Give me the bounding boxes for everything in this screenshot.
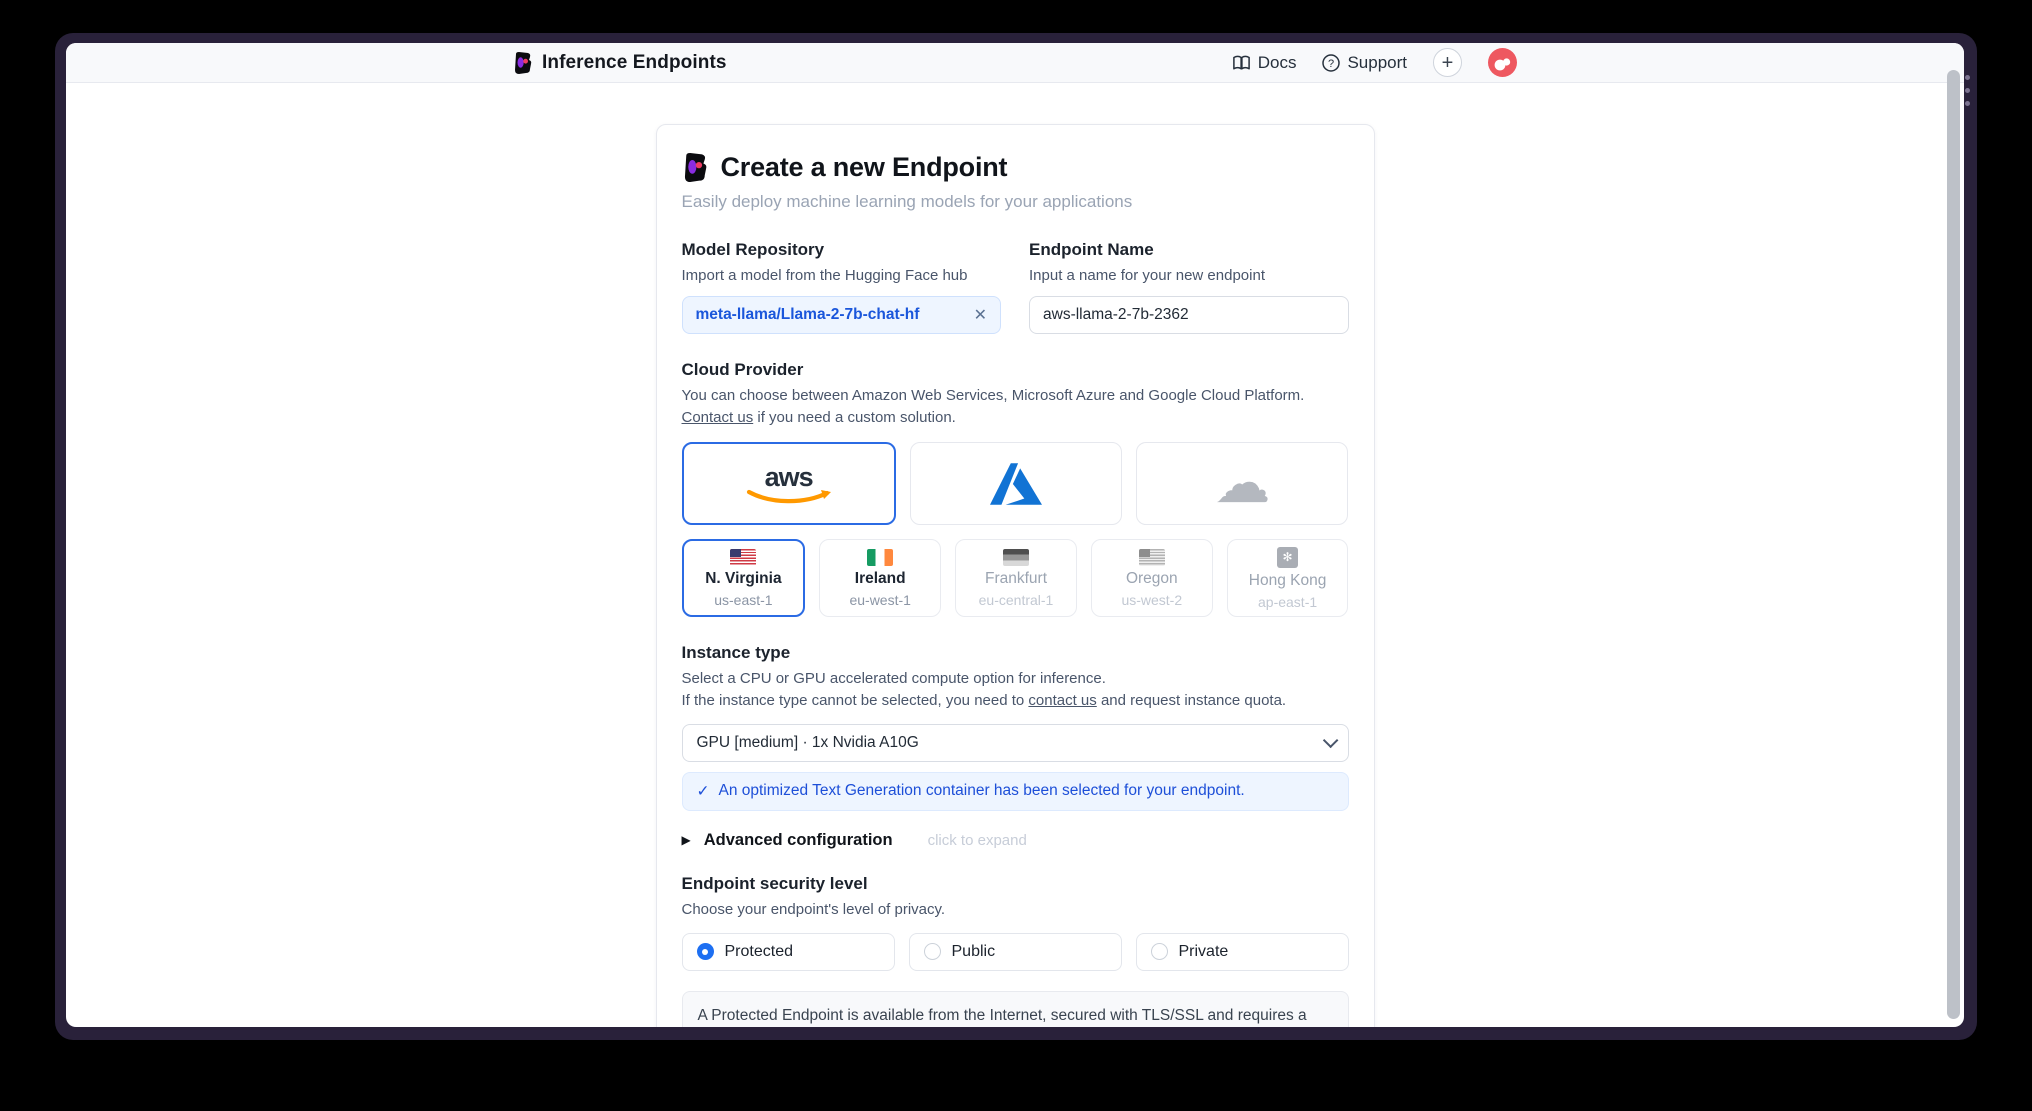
- model-repository-description: Import a model from the Hugging Face hub: [681, 267, 968, 284]
- region-name: Ireland: [854, 569, 906, 587]
- create-endpoint-card: Create a new Endpoint Easily deploy mach…: [655, 124, 1375, 1027]
- provider-card-aws[interactable]: aws: [681, 442, 896, 526]
- region-code: us-west-2: [1121, 591, 1183, 608]
- book-icon: [1232, 55, 1250, 69]
- main-content: Create a new Endpoint Easily deploy mach…: [66, 83, 1964, 1027]
- click-to-expand-hint: click to expand: [927, 831, 1027, 849]
- security-level-description: Choose your endpoint's level of privacy.: [681, 900, 946, 918]
- region-code: us-east-1: [714, 591, 773, 608]
- region-card-hong-kong: ✻ Hong Kong ap-east-1: [1226, 539, 1349, 618]
- radio-label: Public: [951, 942, 996, 960]
- app-brand[interactable]: Inference Endpoints: [513, 51, 727, 74]
- clear-model-icon[interactable]: ✕: [974, 305, 987, 325]
- region-code: eu-central-1: [978, 591, 1054, 608]
- radio-unselected-icon[interactable]: [923, 943, 941, 960]
- instance-type-label: Instance type: [681, 643, 791, 663]
- frame-handle-dot: [1965, 75, 1970, 80]
- region-code: ap-east-1: [1258, 593, 1318, 610]
- radio-label: Private: [1178, 942, 1229, 960]
- protected-endpoint-notice: A Protected Endpoint is available from t…: [681, 990, 1349, 1027]
- provider-card-gcp[interactable]: ☁: [1136, 442, 1349, 526]
- cloud-provider-description-line1: You can choose between Amazon Web Servic…: [681, 386, 1305, 404]
- page-subtitle: Easily deploy machine learning models fo…: [681, 192, 1133, 211]
- ireland-flag-icon: [867, 548, 894, 566]
- question-circle-icon: ?: [1322, 53, 1341, 72]
- frame-handle-dot: [1965, 101, 1970, 106]
- optimized-container-banner: ✓ An optimized Text Generation container…: [681, 771, 1349, 811]
- provider-card-azure[interactable]: [909, 442, 1123, 526]
- check-icon: ✓: [696, 782, 710, 800]
- region-name: Frankfurt: [984, 569, 1047, 587]
- security-level-label: Endpoint security level: [681, 873, 868, 893]
- contact-us-link[interactable]: Contact us: [682, 409, 754, 426]
- us-flag-gray-icon: [1138, 548, 1165, 566]
- endpoints-logo-icon: [684, 153, 706, 182]
- us-flag-icon: [730, 548, 757, 566]
- gcp-cloud-icon: ☁: [1214, 450, 1271, 516]
- support-link[interactable]: ? Support: [1322, 53, 1407, 73]
- endpoint-name-input[interactable]: [1029, 295, 1349, 334]
- inference-endpoints-logo-icon: [515, 51, 532, 74]
- new-endpoint-plus-button[interactable]: +: [1433, 48, 1462, 77]
- aws-logo-icon: aws: [743, 461, 835, 505]
- avatar-glyph-icon: [1494, 57, 1510, 70]
- security-option-public[interactable]: Public: [908, 932, 1122, 971]
- radio-unselected-icon[interactable]: [1150, 943, 1168, 960]
- region-card-ireland[interactable]: Ireland eu-west-1: [819, 539, 942, 618]
- endpoint-name-description: Input a name for your new endpoint: [1029, 267, 1265, 284]
- docs-label: Docs: [1257, 52, 1297, 72]
- support-label: Support: [1347, 52, 1407, 72]
- instance-type-select[interactable]: GPU [medium] · 1x Nvidia A10G: [681, 723, 1349, 762]
- svg-text:?: ?: [1328, 58, 1334, 70]
- user-avatar[interactable]: [1488, 48, 1517, 77]
- region-name: N. Virginia: [705, 569, 782, 587]
- app-title: Inference Endpoints: [542, 51, 727, 73]
- model-repository-field[interactable]: meta-llama/Llama-2-7b-chat-hf ✕: [681, 295, 1001, 334]
- germany-flag-gray-icon: [1002, 548, 1029, 566]
- radio-label: Protected: [724, 942, 793, 960]
- docs-link[interactable]: Docs: [1232, 52, 1297, 73]
- security-option-protected[interactable]: Protected: [681, 932, 895, 971]
- instance-type-description-line2-rest: and request instance quota.: [1096, 692, 1287, 709]
- model-repository-label: Model Repository: [681, 240, 825, 259]
- region-name: Oregon: [1125, 569, 1178, 587]
- notice-text: A Protected Endpoint is available from t…: [697, 1006, 1307, 1024]
- region-code: eu-west-1: [849, 591, 911, 608]
- radio-selected-icon[interactable]: [696, 943, 714, 960]
- endpoint-name-label: Endpoint Name: [1029, 240, 1154, 259]
- aws-logo-text: aws: [764, 461, 814, 492]
- region-card-oregon: Oregon us-west-2: [1090, 539, 1213, 618]
- frame-handle-dot: [1965, 88, 1970, 93]
- instance-type-selected-value: GPU [medium] · 1x Nvidia A10G: [696, 733, 919, 751]
- advanced-configuration-label: Advanced configuration: [703, 830, 893, 849]
- hong-kong-flag-gray-icon: ✻: [1277, 546, 1299, 568]
- chevron-down-icon: [1322, 732, 1338, 749]
- cloud-provider-description: You can choose between Amazon Web Servic…: [682, 385, 1349, 429]
- advanced-configuration-toggle[interactable]: ▶ Advanced configuration click to expand: [682, 831, 1349, 850]
- azure-logo-icon: [989, 462, 1042, 505]
- desktop-background: Inference Endpoints Docs ? Support + Cre…: [0, 0, 2032, 1111]
- cloud-provider-label: Cloud Provider: [681, 359, 804, 379]
- page: Inference Endpoints Docs ? Support + Cre…: [66, 43, 1964, 1027]
- scrollbar-thumb[interactable]: [1947, 70, 1960, 1019]
- instance-type-description-line2: If the instance type cannot be selected,…: [681, 692, 1029, 709]
- page-title: Create a new Endpoint: [720, 152, 1008, 182]
- region-card-n-virginia[interactable]: N. Virginia us-east-1: [681, 539, 806, 618]
- triangle-right-icon: ▶: [681, 833, 691, 848]
- top-navigation-bar: Inference Endpoints Docs ? Support +: [66, 43, 1964, 83]
- scrollbar-track[interactable]: [1944, 43, 1964, 1027]
- region-name: Hong Kong: [1248, 571, 1327, 589]
- browser-window: Inference Endpoints Docs ? Support + Cre…: [55, 33, 1977, 1040]
- model-repository-value: meta-llama/Llama-2-7b-chat-hf: [695, 305, 920, 323]
- instance-type-description: Select a CPU or GPU accelerated compute …: [682, 668, 1349, 712]
- instance-type-description-line1: Select a CPU or GPU accelerated compute …: [681, 670, 1106, 688]
- region-card-frankfurt: Frankfurt eu-central-1: [955, 539, 1077, 618]
- security-option-private[interactable]: Private: [1135, 932, 1349, 971]
- contact-us-quota-link[interactable]: contact us: [1028, 692, 1096, 709]
- cloud-provider-description-line2: if you need a custom solution.: [753, 408, 956, 426]
- optimized-container-text: An optimized Text Generation container h…: [718, 782, 1245, 800]
